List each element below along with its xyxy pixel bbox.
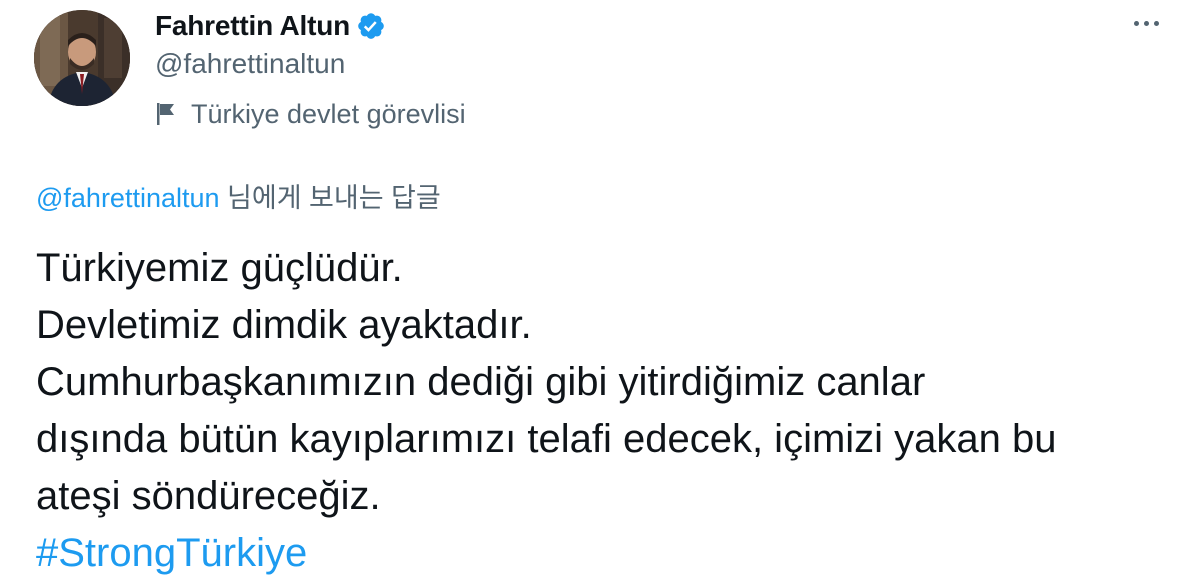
- tweet-text: Türkiyemiz güçlüdür. Devletimiz dimdik a…: [36, 240, 1166, 582]
- flag-icon: [155, 101, 177, 127]
- tweet-text-line: ateşi söndüreceğiz.: [36, 474, 381, 518]
- reply-to-suffix: 님에게 보내는 답글: [219, 183, 441, 213]
- more-options-button[interactable]: [1126, 10, 1166, 36]
- account-label[interactable]: Türkiye devlet görevlisi: [155, 96, 466, 132]
- tweet-text-line: Türkiyemiz güçlüdür.: [36, 246, 403, 290]
- author-handle[interactable]: @fahrettinaltun: [155, 48, 345, 80]
- reply-to-handle[interactable]: @fahrettinaltun: [36, 183, 220, 213]
- reply-context: @fahrettinaltun 님에게 보내는 답글: [36, 176, 441, 215]
- tweet-text-line: Cumhurbaşkanımızın dediği gibi yitirdiği…: [36, 360, 926, 404]
- hashtag-link[interactable]: #StrongTürkiye: [36, 525, 1166, 582]
- more-options-dot: [1153, 20, 1159, 26]
- tweet-text-line: Devletimiz dimdik ayaktadır.: [36, 303, 532, 347]
- author-display-name[interactable]: Fahrettin Altun: [155, 10, 350, 42]
- verified-badge-icon: [356, 11, 386, 41]
- tweet-text-line: dışında bütün kayıplarımızı telafi edece…: [36, 417, 1057, 461]
- avatar[interactable]: [34, 10, 130, 106]
- more-options-dot: [1143, 20, 1149, 26]
- author-name-row: Fahrettin Altun: [155, 8, 386, 44]
- profile-photo-icon: [34, 10, 130, 106]
- account-label-text: Türkiye devlet görevlisi: [191, 98, 466, 129]
- more-options-icon: [1133, 20, 1139, 26]
